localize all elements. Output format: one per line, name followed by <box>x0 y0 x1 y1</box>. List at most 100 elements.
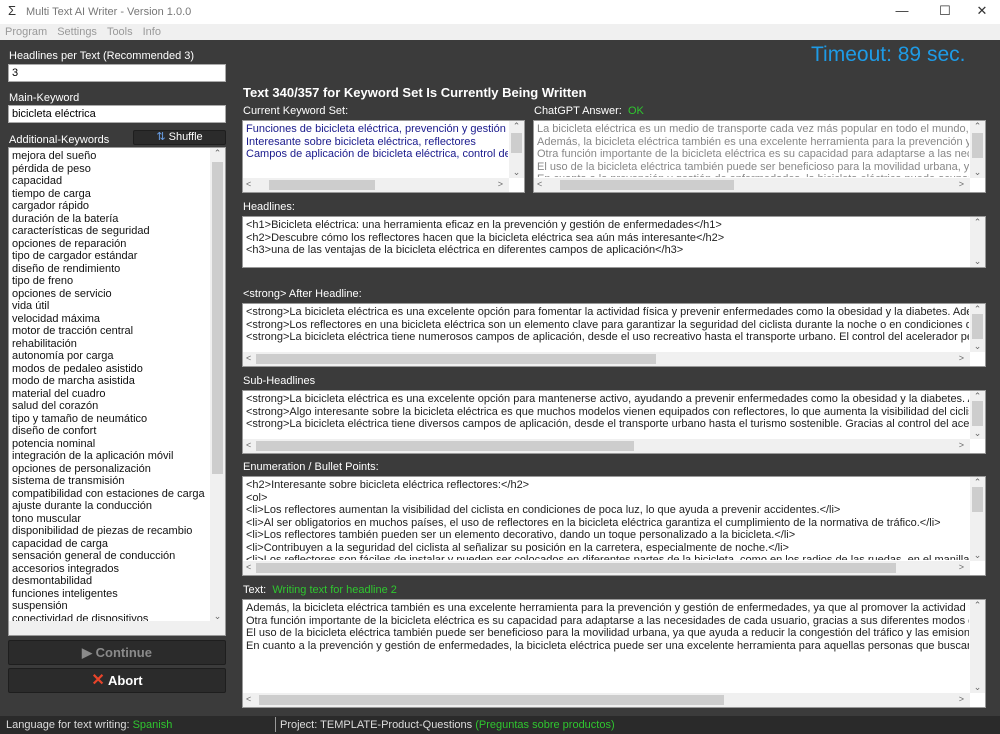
language-label: Language for text writing: <box>6 719 130 731</box>
text-line: El uso de la bicicleta eléctrica también… <box>246 627 969 639</box>
keyword-item[interactable]: integración de la aplicación móvil <box>12 450 209 463</box>
text-line: En cuanto a la prevención y gestión de e… <box>246 639 969 652</box>
keyword-item[interactable]: mejora del sueño <box>12 150 209 163</box>
after-headline-textbox[interactable]: <strong>La bicicleta eléctrica es una ex… <box>242 303 986 367</box>
text-line: <h1>Bicicleta eléctrica: una herramienta… <box>246 219 722 231</box>
headlines-textbox[interactable]: <h1>Bicicleta eléctrica: una herramienta… <box>242 216 986 268</box>
text-label-text: Text: <box>243 584 267 596</box>
chatgpt-textbox[interactable]: La bicicleta eléctrica es un medio de tr… <box>533 120 986 193</box>
keyword-item[interactable]: salud del corazón <box>12 400 209 413</box>
headlines-label-text: Headlines: <box>243 201 295 213</box>
text-line: <strong>La bicicleta eléctrica tiene num… <box>246 331 969 343</box>
keyword-item[interactable]: sistema de transmisión <box>12 475 209 488</box>
sub-headlines-textbox[interactable]: <strong>La bicicleta eléctrica es una ex… <box>242 390 986 454</box>
keyword-item[interactable]: cargador rápido <box>12 200 209 213</box>
keyword-item[interactable]: sensación general de conducción <box>12 550 209 563</box>
horizontal-scrollbar[interactable]: < > <box>243 352 970 366</box>
keyword-set-content: Funciones de bicicleta eléctrica, preven… <box>246 123 508 177</box>
text-line: <strong>La bicicleta eléctrica es una ex… <box>246 393 969 405</box>
keyword-item[interactable]: opciones de reparación <box>12 238 209 251</box>
text-line: <li>Los reflectores son fáciles de insta… <box>246 554 969 560</box>
vertical-scrollbar[interactable]: ⌃ ⌄ <box>509 121 524 178</box>
continue-button[interactable]: ▶ Continue <box>8 640 226 665</box>
text-line: <strong>La bicicleta eléctrica es una ex… <box>246 306 969 318</box>
keyword-item[interactable]: material del cuadro <box>12 388 209 401</box>
headlines-per-text-input[interactable]: 3 <box>8 64 226 82</box>
keyword-item[interactable]: disponibilidad de piezas de recambio <box>12 525 209 538</box>
close-button[interactable]: ✕ <box>962 3 1000 19</box>
keyword-item[interactable]: capacidad de carga <box>12 538 209 551</box>
horizontal-scrollbar[interactable]: < > <box>534 178 970 192</box>
keyword-item[interactable]: diseño de rendimiento <box>12 263 209 276</box>
vertical-scrollbar[interactable]: ⌃ ⌄ <box>210 148 225 622</box>
main-keyword-input[interactable]: bicicleta eléctrica <box>8 105 226 123</box>
vertical-scrollbar[interactable]: ⌃ ⌄ <box>970 217 985 267</box>
vertical-scrollbar[interactable]: ⌃ ⌄ <box>970 600 985 693</box>
vertical-scrollbar[interactable]: ⌃ ⌄ <box>970 477 985 561</box>
keyword-item[interactable]: funciones inteligentes <box>12 588 209 601</box>
text-line: <strong>Algo interesante sobre la bicicl… <box>246 405 969 418</box>
enumeration-textbox[interactable]: <h2>Interesante sobre bicicleta eléctric… <box>242 476 986 576</box>
horizontal-scrollbar[interactable]: < > <box>243 693 970 707</box>
menu-program[interactable]: Program <box>5 26 47 38</box>
keyword-item[interactable]: velocidad máxima <box>12 313 209 326</box>
menu-tools[interactable]: Tools <box>107 26 133 38</box>
main-keyword-label: Main-Keyword <box>9 92 80 104</box>
progress-heading: Text 340/357 for Keyword Set Is Currentl… <box>243 85 587 100</box>
vertical-scrollbar[interactable]: ⌃ ⌄ <box>970 121 985 178</box>
keyword-item[interactable]: compatibilidad con estaciones de carga <box>12 488 209 501</box>
keyword-item[interactable]: motor de tracción central <box>12 325 209 338</box>
keyword-item[interactable]: pérdida de peso <box>12 163 209 176</box>
keyword-item[interactable]: duración de la batería <box>12 213 209 226</box>
keyword-items: mejora del sueño pérdida de peso capacidad… <box>12 150 209 625</box>
keyword-item[interactable]: accesorios integrados <box>12 563 209 576</box>
text-line: <strong>La bicicleta eléctrica tiene div… <box>246 418 969 430</box>
sigma-icon: Σ <box>8 3 17 18</box>
keyword-item[interactable]: desmontabilidad <box>12 575 209 588</box>
text-textbox[interactable]: Además, la bicicleta eléctrica también e… <box>242 599 986 708</box>
minimize-button[interactable]: — <box>882 3 922 18</box>
text-content: Además, la bicicleta eléctrica también e… <box>246 602 969 692</box>
text-line: <h3>una de las ventajas de la bicicleta … <box>246 244 684 256</box>
keyword-item[interactable]: rehabilitación <box>12 338 209 351</box>
keyword-item[interactable]: vida útil <box>12 300 209 313</box>
additional-keywords-label: Additional-Keywords <box>9 134 110 146</box>
keyword-item[interactable]: capacidad <box>12 175 209 188</box>
sub-headlines-label: Sub-Headlines <box>243 375 315 387</box>
text-line: En cuanto a la prevención y gestión de e… <box>537 173 969 177</box>
keyword-item[interactable]: autonomía por carga <box>12 350 209 363</box>
text-line: <strong>Los reflectores en una bicicleta… <box>246 318 969 331</box>
shuffle-button[interactable]: ⇅ Shuffle <box>133 130 226 145</box>
keyword-item[interactable]: opciones de personalización <box>12 463 209 476</box>
keyword-item[interactable]: tiempo de carga <box>12 188 209 201</box>
keyword-item[interactable]: tipo y tamaño de neumático <box>12 413 209 426</box>
keyword-item[interactable]: diseño de confort <box>12 425 209 438</box>
keyword-item[interactable]: tipo de cargador estándar <box>12 250 209 263</box>
keyword-item[interactable]: suspensión <box>12 600 209 613</box>
keyword-item[interactable]: tipo de freno <box>12 275 209 288</box>
keyword-item[interactable]: características de seguridad <box>12 225 209 238</box>
maximize-button[interactable]: ☐ <box>925 3 965 19</box>
menu-settings[interactable]: Settings <box>57 26 97 38</box>
keyword-item[interactable]: potencia nominal <box>12 438 209 451</box>
horizontal-scrollbar[interactable]: < > <box>243 178 509 192</box>
vertical-scrollbar[interactable]: ⌃ ⌄ <box>970 391 985 439</box>
abort-button[interactable]: ✕ Abort <box>8 668 226 693</box>
keyword-set-textbox[interactable]: Funciones de bicicleta eléctrica, preven… <box>242 120 525 193</box>
keyword-item[interactable]: tono muscular <box>12 513 209 526</box>
menu-info[interactable]: Info <box>143 26 161 38</box>
chatgpt-status: OK <box>627 105 644 117</box>
horizontal-scrollbar[interactable] <box>9 621 225 635</box>
project-status: Project: TEMPLATE-Product-Questions (Pre… <box>280 719 615 731</box>
keyword-item[interactable]: modos de pedaleo asistido <box>12 363 209 376</box>
language-status: Language for text writing: Spanish <box>6 719 172 731</box>
title-bar: Σ Multi Text AI Writer - Version 1.0.0 —… <box>0 0 1000 24</box>
additional-keywords-list[interactable]: mejora del sueño pérdida de peso capacidad… <box>8 147 226 636</box>
keyword-item[interactable]: modo de marcha asistida <box>12 375 209 388</box>
keyword-item[interactable]: opciones de servicio <box>12 288 209 301</box>
horizontal-scrollbar[interactable]: < > <box>243 561 970 575</box>
keyword-item[interactable]: ajuste durante la conducción <box>12 500 209 513</box>
horizontal-scrollbar[interactable]: < > <box>243 439 970 453</box>
text-line: Otra función importante de la bicicleta … <box>537 148 969 160</box>
vertical-scrollbar[interactable]: ⌃ ⌄ <box>970 304 985 352</box>
